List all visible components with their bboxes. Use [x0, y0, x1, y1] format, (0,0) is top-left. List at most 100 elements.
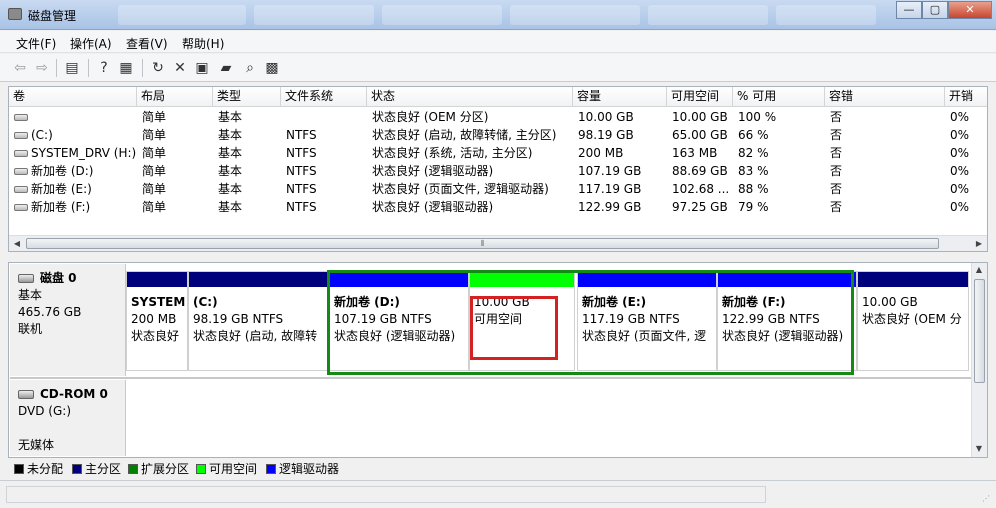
- table-row[interactable]: 简单 基本 状态良好 (OEM 分区) 10.00 GB 10.00 GB 100 % 否 0…: [9, 108, 987, 126]
- column-header-percent-free[interactable]: % 可用: [733, 87, 825, 107]
- cell-volume: 新加卷 (E:): [9, 180, 137, 198]
- disk-name: 磁盘 0: [40, 271, 77, 285]
- cell-filesystem: NTFS: [281, 162, 367, 180]
- scroll-up-icon[interactable]: ▲: [972, 263, 986, 277]
- cell-text: 88.69 GB: [672, 164, 728, 178]
- drive-icon: [14, 114, 28, 121]
- cell-free-space: 163 MB: [667, 144, 733, 162]
- cell-text: 88 %: [738, 182, 769, 196]
- partition-status: 状态良好 (OEM 分: [862, 312, 962, 326]
- cell-text: 97.25 GB: [672, 200, 728, 214]
- cell-text: SYSTEM_DRV (H:): [31, 146, 137, 160]
- legend-extended: 扩展分区: [128, 462, 189, 476]
- close-button[interactable]: ✕: [948, 1, 992, 19]
- cell-text: 117.19 GB: [578, 182, 642, 196]
- cell-overhead: 0%: [945, 162, 987, 180]
- cell-free-space: 65.00 GB: [667, 126, 733, 144]
- partition-text: SYSTEM 200 MB 状态良好: [131, 294, 185, 345]
- disk-0-info[interactable]: 磁盘 0 基本 465.76 GB 联机: [10, 264, 126, 376]
- cell-text: 0%: [950, 110, 970, 124]
- column-header-status[interactable]: 状态: [367, 87, 573, 107]
- disk-state: 联机: [18, 322, 43, 336]
- cell-filesystem: NTFS: [281, 144, 367, 162]
- partition-size: 98.19 GB NTFS: [193, 312, 284, 326]
- cell-text: 83 %: [738, 164, 769, 178]
- column-header-overhead[interactable]: 开销: [945, 87, 987, 107]
- minimize-button[interactable]: —: [896, 1, 922, 19]
- cell-capacity: 200 MB: [573, 144, 667, 162]
- cell-filesystem: [281, 108, 367, 126]
- forward-arrow-icon[interactable]: ⇨: [32, 58, 52, 78]
- scrollbar-thumb[interactable]: [974, 279, 985, 383]
- column-header-layout[interactable]: 布局: [137, 87, 213, 107]
- toolbar: ⇦ ⇨ ▤ ? ▦ ↻ ✕ ▣ ▰ ⌕ ▩: [0, 54, 996, 82]
- cell-type: 基本: [213, 162, 281, 180]
- vertical-scrollbar[interactable]: ▲ ▼: [971, 263, 987, 457]
- table-row[interactable]: (C:) 简单 基本 NTFS 状态良好 (启动, 故障转储, 主分区) 98.19 GB…: [9, 126, 987, 144]
- resize-grip-icon[interactable]: ⋰: [982, 494, 992, 504]
- cell-layout: 简单: [137, 144, 213, 162]
- open-folder-icon[interactable]: ▰: [216, 58, 236, 78]
- menu-file[interactable]: 文件(F): [16, 35, 56, 52]
- column-header-type[interactable]: 类型: [213, 87, 281, 107]
- table-row[interactable]: 新加卷 (F:) 简单 基本 NTFS 状态良好 (逻辑驱动器) 122.99 GB 97.…: [9, 198, 987, 216]
- cell-text: 10.00 GB: [578, 110, 634, 124]
- cell-volume: [9, 108, 137, 126]
- legend: 未分配 主分区 扩展分区 可用空间 逻辑驱动器: [8, 460, 988, 478]
- scrollbar-thumb[interactable]: ⦀: [26, 238, 939, 249]
- partition-block[interactable]: (C:) 98.19 GB NTFS 状态良好 (启动, 故障转: [188, 271, 328, 371]
- partition-type-bar: [189, 272, 327, 287]
- scroll-left-icon[interactable]: ◀: [10, 237, 24, 251]
- cell-layout: 简单: [137, 126, 213, 144]
- menu-help[interactable]: 帮助(H): [182, 35, 224, 52]
- cell-capacity: 98.19 GB: [573, 126, 667, 144]
- volume-list: 卷 布局 类型 文件系统 状态 容量 可用空间 % 可用 容错 开销 简单 基本状…: [8, 86, 988, 252]
- menu-action[interactable]: 操作(A): [70, 35, 112, 52]
- column-header-volume[interactable]: 卷: [9, 87, 137, 107]
- cell-layout: 简单: [137, 108, 213, 126]
- scroll-down-icon[interactable]: ▼: [972, 442, 986, 456]
- cell-text: 基本: [218, 182, 243, 196]
- cell-fault-tolerance: 否: [825, 108, 945, 126]
- cell-text: 10.00 GB: [672, 110, 728, 124]
- status-cell: [6, 486, 766, 503]
- maximize-button[interactable]: ▢: [922, 1, 948, 19]
- table-row[interactable]: 新加卷 (E:) 简单 基本 NTFS 状态良好 (页面文件, 逻辑驱动器) 117.19…: [9, 180, 987, 198]
- refresh-icon[interactable]: ↻: [148, 58, 168, 78]
- cell-text: 状态良好 (页面文件, 逻辑驱动器): [372, 182, 549, 196]
- cell-type: 基本: [213, 108, 281, 126]
- cell-filesystem: NTFS: [281, 180, 367, 198]
- partition-block[interactable]: SYSTEM 200 MB 状态良好: [126, 271, 188, 371]
- find-icon[interactable]: ⌕: [240, 58, 260, 78]
- column-header-free-space[interactable]: 可用空间: [667, 87, 733, 107]
- cell-free-space: 97.25 GB: [667, 198, 733, 216]
- back-arrow-icon[interactable]: ⇦: [10, 58, 30, 78]
- console-tree-icon[interactable]: ▤: [62, 58, 82, 78]
- legend-label: 主分区: [85, 462, 122, 476]
- partition-block[interactable]: 10.00 GB 状态良好 (OEM 分: [857, 271, 969, 371]
- table-row[interactable]: SYSTEM_DRV (H:) 简单 基本 NTFS 状态良好 (系统, 活动, 主分区…: [9, 144, 987, 162]
- table-row[interactable]: 新加卷 (D:) 简单 基本 NTFS 状态良好 (逻辑驱动器) 107.19 GB 88.…: [9, 162, 987, 180]
- cdrom-0-info[interactable]: CD-ROM 0 DVD (G:) 无媒体: [10, 380, 126, 456]
- settings-icon[interactable]: ▩: [262, 58, 282, 78]
- properties-list-icon[interactable]: ▦: [116, 58, 136, 78]
- column-header-fault-tolerance[interactable]: 容错: [825, 87, 945, 107]
- cell-text: 状态良好 (逻辑驱动器): [372, 200, 494, 214]
- column-header-capacity[interactable]: 容量: [573, 87, 667, 107]
- scroll-right-icon[interactable]: ▶: [972, 237, 986, 251]
- menu-view[interactable]: 查看(V): [126, 35, 168, 52]
- cell-text: 基本: [218, 128, 243, 142]
- column-header-filesystem[interactable]: 文件系统: [281, 87, 367, 107]
- horizontal-scrollbar[interactable]: ◀ ⦀ ▶: [9, 235, 987, 251]
- cell-fault-tolerance: 否: [825, 144, 945, 162]
- cell-layout: 简单: [137, 198, 213, 216]
- delete-icon[interactable]: ✕: [170, 58, 190, 78]
- cell-overhead: 0%: [945, 180, 987, 198]
- partition-size: 10.00 GB: [862, 295, 918, 309]
- help-icon[interactable]: ?: [94, 58, 114, 78]
- partition-title: SYSTEM: [131, 295, 185, 309]
- background-tab: [118, 5, 246, 25]
- properties-icon[interactable]: ▣: [192, 58, 212, 78]
- legend-unallocated: 未分配: [14, 462, 63, 476]
- cell-overhead: 0%: [945, 126, 987, 144]
